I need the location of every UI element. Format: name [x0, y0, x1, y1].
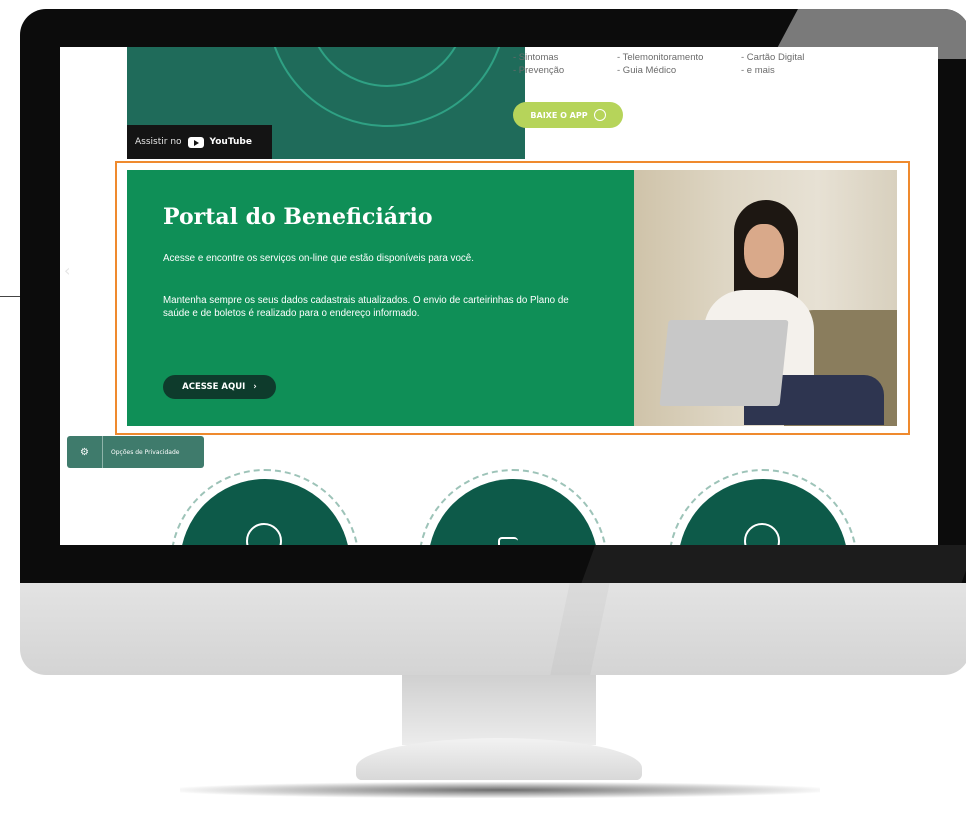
chat-icon	[744, 523, 780, 545]
watch-on-label: Assistir no	[135, 137, 182, 147]
search-icon	[246, 523, 282, 545]
youtube-label: YouTube	[209, 137, 252, 147]
feature-item: - Telemonitoramento	[617, 52, 704, 63]
feature-list-col1: - Sintomas - Prevenção	[513, 51, 564, 77]
photo-face	[744, 224, 784, 278]
video-embed[interactable]: Assistir no YouTube	[127, 47, 525, 159]
screen-glare	[580, 545, 966, 585]
monitor-mockup: Assistir no YouTube - Sintomas - Prevenç…	[0, 0, 966, 815]
web-page: Assistir no YouTube - Sintomas - Prevenç…	[60, 47, 938, 545]
feature-item: - e mais	[741, 65, 775, 76]
beneficiary-portal-banner: Portal do Beneficiário Acesse e encontre…	[127, 170, 897, 426]
carousel-prev-icon[interactable]: ‹	[64, 261, 78, 281]
access-here-button[interactable]: ACESSE AQUI ›	[163, 375, 276, 399]
youtube-play-icon	[187, 136, 204, 148]
download-app-button[interactable]: BAIXE O APP	[513, 102, 623, 128]
feature-list-col3: - Cartão Digital - e mais	[741, 51, 804, 77]
feature-item: - Cartão Digital	[741, 52, 805, 63]
monitor-stand-foot	[356, 738, 642, 780]
monitor-chin	[20, 583, 966, 675]
banner-paragraph-1: Acesse e encontre os serviços on-line qu…	[163, 253, 474, 264]
watch-on-youtube-bar[interactable]: Assistir no YouTube	[127, 125, 272, 159]
chevron-right-icon: ›	[253, 382, 257, 392]
service-circle[interactable]	[668, 469, 858, 545]
privacy-options-label: Opções de Privacidade	[111, 448, 180, 456]
photo-laptop	[659, 320, 789, 406]
privacy-options-button[interactable]: ⚙ Opções de Privacidade	[67, 436, 204, 468]
banner-title: Portal do Beneficiário	[163, 204, 433, 230]
feature-item: - Sintomas	[513, 52, 559, 63]
monitor-stand-neck	[402, 675, 596, 745]
feature-list-col2: - Telemonitoramento - Guia Médico	[617, 51, 703, 77]
banner-paragraph-2: Mantenha sempre os seus dados cadastrais…	[163, 295, 569, 319]
access-here-label: ACESSE AQUI	[182, 382, 246, 392]
cookie-icon: ⚙	[67, 436, 103, 468]
download-app-label: BAIXE O APP	[530, 110, 588, 120]
hand-icon	[498, 537, 518, 545]
service-circle[interactable]	[170, 469, 360, 545]
woman-with-laptop-photo	[634, 170, 897, 426]
feature-item: - Guia Médico	[617, 65, 677, 76]
arrow-circle-icon	[593, 109, 606, 121]
service-circle[interactable]	[418, 469, 608, 545]
monitor-shadow	[180, 782, 820, 798]
feature-item: - Prevenção	[513, 65, 565, 76]
